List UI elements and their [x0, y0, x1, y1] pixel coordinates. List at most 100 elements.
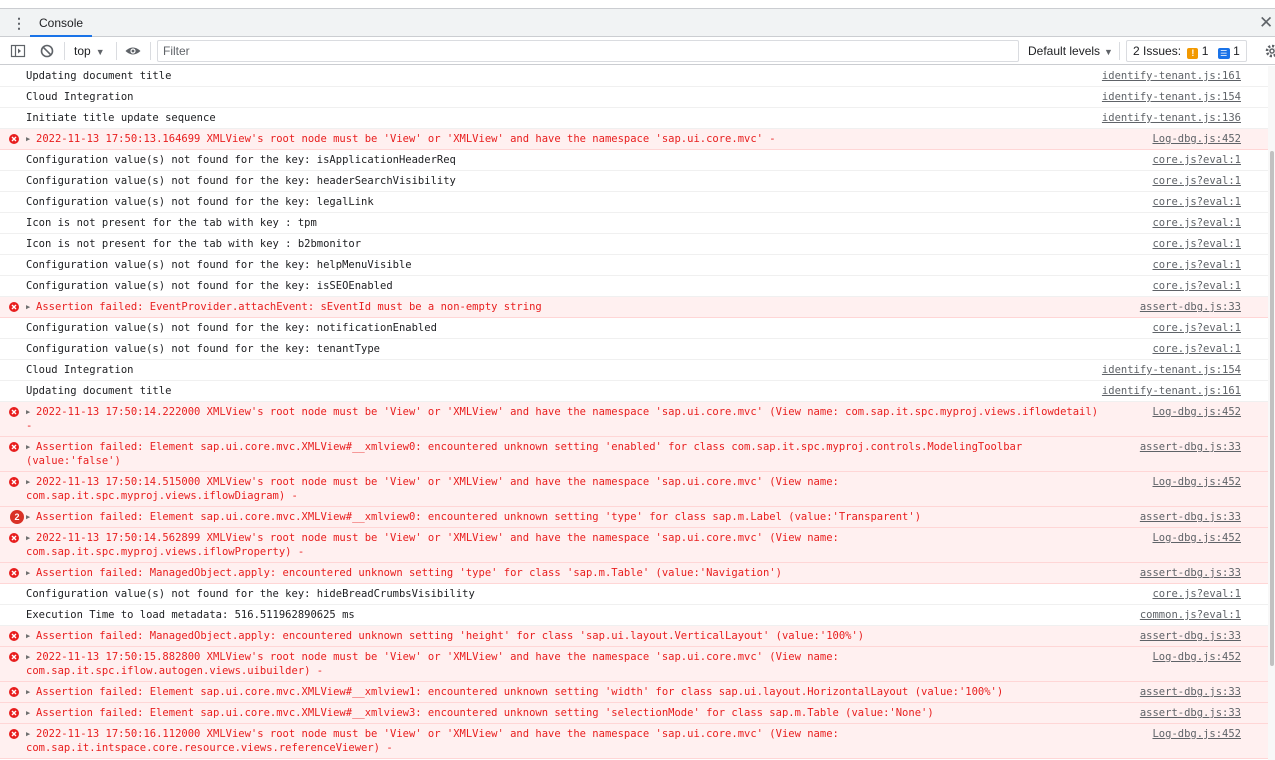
message-line: Icon is not present for the tab with key… [26, 217, 317, 229]
message-line: Assertion failed: Element sap.ui.core.mv… [36, 511, 922, 523]
console-toolbar: top▼ Default levels▼ 2 Issues: ! 1 ☰ 1 [0, 37, 1275, 65]
source-link[interactable]: identify-tenant.js:154 [1102, 90, 1241, 104]
issues-button[interactable]: 2 Issues: ! 1 ☰ 1 [1126, 40, 1247, 62]
source-link[interactable]: assert-dbg.js:33 [1139, 629, 1241, 643]
expand-triangle-icon[interactable]: ▶ [26, 300, 34, 314]
source-link[interactable]: assert-dbg.js:33 [1139, 440, 1241, 454]
message-text: Configuration value(s) not found for the… [0, 318, 1235, 338]
source-link[interactable]: Log-dbg.js:452 [1152, 405, 1241, 419]
console-error-row[interactable]: ▶ Assertion failed: ManagedObject.apply: … [0, 626, 1275, 647]
message-text: ▶ Assertion failed: Element sap.ui.core.m… [0, 507, 1235, 527]
message-line: Updating document title [26, 70, 172, 82]
expand-triangle-icon[interactable]: ▶ [26, 132, 34, 146]
message-text: Configuration value(s) not found for the… [0, 192, 1235, 212]
source-link[interactable]: assert-dbg.js:33 [1139, 566, 1241, 580]
message-text: ▶ Assertion failed: ManagedObject.apply: … [0, 626, 1235, 646]
source-link[interactable]: core.js?eval:1 [1152, 258, 1241, 272]
source-link[interactable]: core.js?eval:1 [1152, 174, 1241, 188]
window-top-edge [0, 0, 1275, 9]
scrollbar-thumb[interactable] [1270, 151, 1274, 666]
expand-triangle-icon[interactable]: ▶ [26, 475, 34, 489]
expand-triangle-icon[interactable]: ▶ [26, 566, 34, 580]
message-text: ▶ Assertion failed: ManagedObject.apply: … [0, 563, 1235, 583]
context-selector-label: top [74, 44, 91, 58]
console-error-row[interactable]: ▶ 2022-11-13 17:50:14.222000 XMLView's ro… [0, 402, 1275, 437]
source-link[interactable]: core.js?eval:1 [1152, 237, 1241, 251]
source-link[interactable]: assert-dbg.js:33 [1139, 510, 1241, 524]
console-error-row[interactable]: ▶ Assertion failed: Element sap.ui.core.m… [0, 703, 1275, 724]
source-link[interactable]: identify-tenant.js:161 [1102, 69, 1241, 83]
message-text: Icon is not present for the tab with key… [0, 213, 1235, 233]
drawer-tab-bar: ⋮ Console ✕ [0, 9, 1275, 37]
console-log-row: Configuration value(s) not found for the… [0, 171, 1275, 192]
source-link[interactable]: common.js?eval:1 [1140, 608, 1241, 622]
console-error-row[interactable]: ▶ 2022-11-13 17:50:13.164699 XMLView's ro… [0, 129, 1275, 150]
message-line: 2022-11-13 17:50:14.515000 XMLView's roo… [36, 476, 839, 488]
console-error-row[interactable]: ▶ Assertion failed: EventProvider.attachE… [0, 297, 1275, 318]
log-levels-dropdown[interactable]: Default levels ▼ [1028, 42, 1113, 60]
source-link[interactable]: core.js?eval:1 [1152, 195, 1241, 209]
clear-console-icon[interactable] [38, 42, 56, 60]
message-continuation: com.sap.it.spc.myproj.views.iflowPropert… [26, 546, 305, 558]
source-link[interactable]: core.js?eval:1 [1152, 153, 1241, 167]
close-drawer-icon[interactable]: ✕ [1259, 13, 1275, 33]
source-link[interactable]: Log-dbg.js:452 [1152, 531, 1241, 545]
gear-icon[interactable] [1262, 42, 1275, 60]
message-line: Assertion failed: ManagedObject.apply: e… [36, 567, 782, 579]
console-error-row[interactable]: ▶ 2022-11-13 17:50:16.112000 XMLView's ro… [0, 724, 1275, 759]
console-error-row[interactable]: ▶ Assertion failed: Element sap.ui.core.m… [0, 437, 1275, 472]
message-line: Cloud Integration [26, 91, 134, 103]
source-link[interactable]: core.js?eval:1 [1152, 216, 1241, 230]
console-error-row[interactable]: ▶ 2022-11-13 17:50:14.562899 XMLView's ro… [0, 528, 1275, 563]
source-link[interactable]: assert-dbg.js:33 [1139, 685, 1241, 699]
tab-console[interactable]: Console [30, 9, 93, 37]
warning-issue-count: 1 [1201, 44, 1209, 58]
message-line: Assertion failed: ManagedObject.apply: e… [36, 630, 865, 642]
source-link[interactable]: identify-tenant.js:154 [1102, 363, 1241, 377]
console-log-row: Configuration value(s) not found for the… [0, 584, 1275, 605]
error-icon [9, 407, 19, 417]
console-error-row[interactable]: ▶ Assertion failed: ManagedObject.apply: … [0, 563, 1275, 584]
console-error-row[interactable]: ▶ Assertion failed: Element sap.ui.core.m… [0, 682, 1275, 703]
expand-triangle-icon[interactable]: ▶ [26, 685, 34, 699]
source-link[interactable]: core.js?eval:1 [1152, 321, 1241, 335]
console-error-row[interactable]: ▶ 2022-11-13 17:50:14.515000 XMLView's ro… [0, 472, 1275, 507]
message-text: ▶ Assertion failed: Element sap.ui.core.m… [0, 703, 1235, 723]
expand-triangle-icon[interactable]: ▶ [26, 650, 34, 664]
toolbar-divider [150, 42, 151, 60]
message-continuation: (value:'false') [26, 455, 121, 467]
filter-input[interactable] [157, 40, 1019, 62]
expand-triangle-icon[interactable]: ▶ [26, 405, 34, 419]
source-link[interactable]: core.js?eval:1 [1152, 342, 1241, 356]
expand-triangle-icon[interactable]: ▶ [26, 727, 34, 741]
message-text: Configuration value(s) not found for the… [0, 255, 1235, 275]
expand-triangle-icon[interactable]: ▶ [26, 706, 34, 720]
source-link[interactable]: Log-dbg.js:452 [1152, 650, 1241, 664]
source-link[interactable]: assert-dbg.js:33 [1139, 706, 1241, 720]
source-link[interactable]: core.js?eval:1 [1152, 279, 1241, 293]
source-link[interactable]: identify-tenant.js:161 [1102, 384, 1241, 398]
expand-triangle-icon[interactable]: ▶ [26, 629, 34, 643]
source-link[interactable]: Log-dbg.js:452 [1152, 475, 1241, 489]
expand-triangle-icon[interactable]: ▶ [26, 510, 34, 524]
error-icon [9, 442, 19, 452]
toolbar-divider [1119, 42, 1120, 60]
source-link[interactable]: identify-tenant.js:136 [1102, 111, 1241, 125]
source-link[interactable]: core.js?eval:1 [1152, 587, 1241, 601]
more-options-icon[interactable]: ⋮ [12, 15, 26, 31]
console-error-row[interactable]: ▶ 2022-11-13 17:50:15.882800 XMLView's ro… [0, 647, 1275, 682]
source-link[interactable]: Log-dbg.js:452 [1152, 132, 1241, 146]
error-icon [9, 631, 19, 641]
source-link[interactable]: Log-dbg.js:452 [1152, 727, 1241, 741]
expand-triangle-icon[interactable]: ▶ [26, 440, 34, 454]
toolbar-divider [116, 42, 117, 60]
message-text: ▶ Assertion failed: Element sap.ui.core.m… [0, 682, 1235, 702]
source-link[interactable]: assert-dbg.js:33 [1139, 300, 1241, 314]
context-selector[interactable]: top ▼ [74, 42, 105, 60]
show-sidebar-icon[interactable] [9, 42, 27, 60]
error-icon [9, 477, 19, 487]
live-expression-eye-icon[interactable] [124, 42, 142, 60]
expand-triangle-icon[interactable]: ▶ [26, 531, 34, 545]
console-error-row[interactable]: 2 ▶ Assertion failed: Element sap.ui.core.… [0, 507, 1275, 528]
toolbar-divider [64, 42, 65, 60]
